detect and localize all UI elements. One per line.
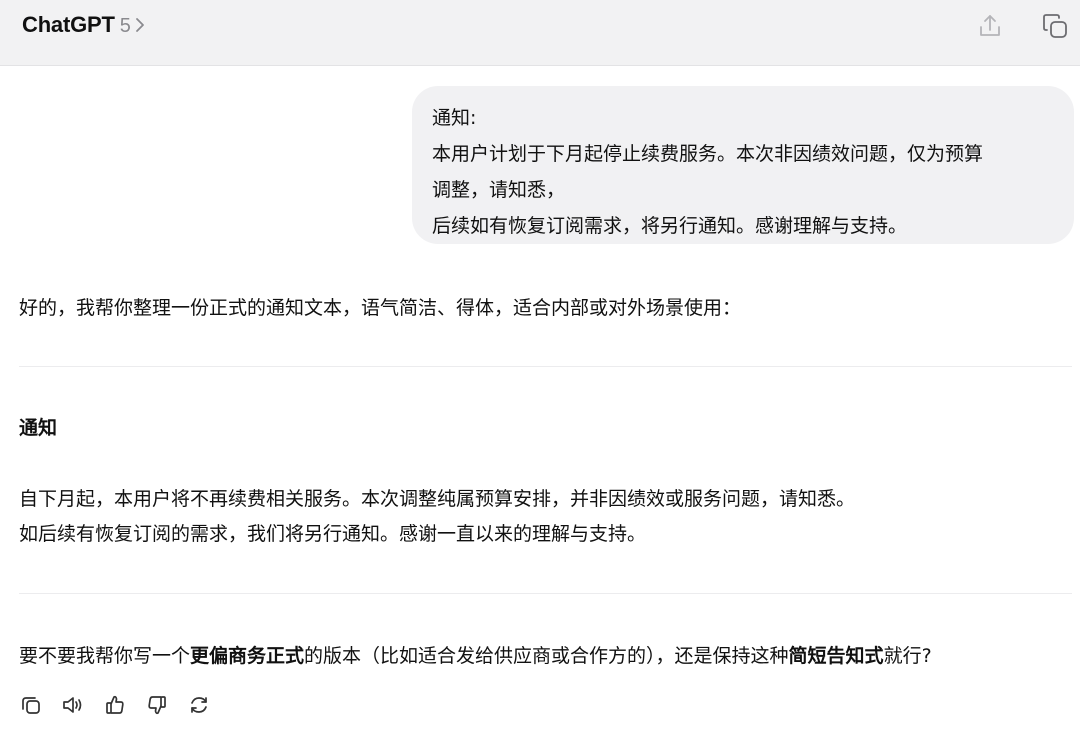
chat-app: ChatGPT 5 通知: 本用户计划于下月起停止续费服务。本次非因绩效问题，仅… — [0, 0, 1080, 743]
followup-text: 要不要我帮你写一个 — [19, 645, 191, 667]
read-aloud-icon — [61, 694, 85, 716]
user-message-line: 调整，请知悉， — [432, 179, 566, 201]
top-bar: ChatGPT 5 — [0, 0, 1080, 66]
notice-line: 自下月起，本用户将不再续费相关服务。本次调整纯属预算安排，并非因绩效或服务问题，… — [19, 488, 856, 510]
thumbs-up-icon — [104, 694, 126, 716]
followup-emphasis: 更偏商务正式 — [190, 645, 305, 667]
thumbs-down-icon — [146, 694, 168, 716]
thumbs-up-button[interactable] — [103, 693, 127, 717]
thumbs-down-button[interactable] — [145, 693, 169, 717]
model-version: 5 — [119, 15, 131, 37]
followup-text: 就行? — [883, 645, 932, 667]
regenerate-icon — [188, 694, 210, 716]
chevron-right-icon — [134, 17, 146, 33]
user-message-line: 通知: — [432, 107, 477, 129]
new-chat-button[interactable] — [1037, 8, 1073, 44]
divider — [19, 593, 1072, 594]
assistant-reply-intro: 好的，我帮你整理一份正式的通知文本，语气简洁、得体，适合内部或对外场景使用： — [19, 297, 742, 319]
user-message-line: 后续如有恢复订阅需求，将另行通知。感谢理解与支持。 — [432, 215, 908, 237]
followup-emphasis: 简短告知式 — [788, 645, 884, 667]
share-button[interactable] — [972, 8, 1008, 44]
notice-line: 如后续有恢复订阅的需求，我们将另行通知。感谢一直以来的理解与支持。 — [19, 523, 647, 545]
divider — [19, 366, 1072, 367]
new-chat-icon — [1040, 11, 1070, 41]
assistant-followup-question: 要不要我帮你写一个更偏商务正式的版本（比如适合发给供应商或合作方的），还是保持这… — [19, 638, 932, 674]
followup-text: 的版本（比如适合发给供应商或合作方的），还是保持这种 — [304, 645, 789, 667]
user-message-bubble: 通知: 本用户计划于下月起停止续费服务。本次非因绩效问题，仅为预算 调整，请知悉… — [412, 86, 1074, 244]
regenerate-button[interactable] — [187, 693, 211, 717]
read-aloud-button[interactable] — [61, 693, 85, 717]
share-icon — [976, 12, 1004, 40]
app-name: ChatGPT — [22, 12, 115, 37]
copy-icon — [20, 694, 42, 716]
copy-button[interactable] — [19, 693, 43, 717]
message-actions — [19, 692, 229, 718]
notice-heading: 通知 — [19, 417, 58, 439]
model-picker-button[interactable]: ChatGPT 5 — [22, 12, 146, 40]
notice-body: 自下月起，本用户将不再续费相关服务。本次调整纯属预算安排，并非因绩效或服务问题，… — [19, 482, 855, 552]
user-message-line: 本用户计划于下月起停止续费服务。本次非因绩效问题，仅为预算 — [432, 143, 984, 165]
